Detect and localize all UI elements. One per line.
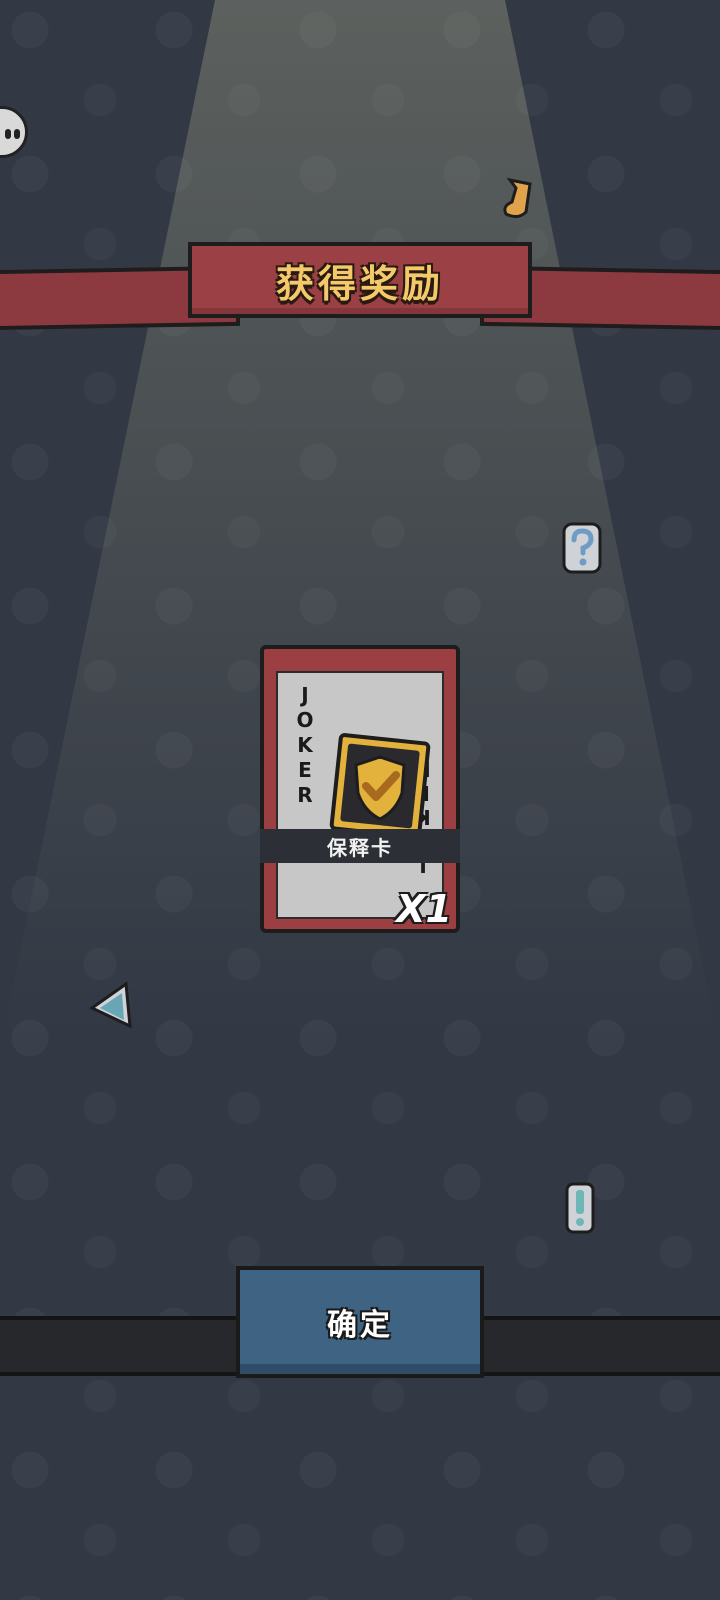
confirm-button[interactable]: 确定 xyxy=(236,1266,484,1378)
reward-card: JOKER JOKER 保释卡 X1 xyxy=(260,645,460,933)
face-eye-icon xyxy=(5,129,11,139)
face-eye-icon xyxy=(14,129,20,139)
shield-check-icon xyxy=(329,733,431,839)
question-mark-icon xyxy=(562,522,602,574)
confirm-label: 确定 xyxy=(327,1308,393,1343)
card-name: 保释卡 xyxy=(327,835,393,860)
card-face: JOKER JOKER xyxy=(276,671,444,919)
card-corner-label-top: JOKER xyxy=(293,683,317,808)
triangle-shard-icon xyxy=(89,981,132,1029)
card-count: X1 xyxy=(396,887,452,931)
reward-banner: 获得奖励 xyxy=(0,240,720,350)
banner-plate: 获得奖励 xyxy=(188,242,532,318)
exclamation-mark-icon xyxy=(565,1182,595,1234)
banner-title: 获得奖励 xyxy=(275,261,444,306)
card-name-bar: 保释卡 xyxy=(260,829,460,863)
music-note-icon xyxy=(503,177,532,219)
